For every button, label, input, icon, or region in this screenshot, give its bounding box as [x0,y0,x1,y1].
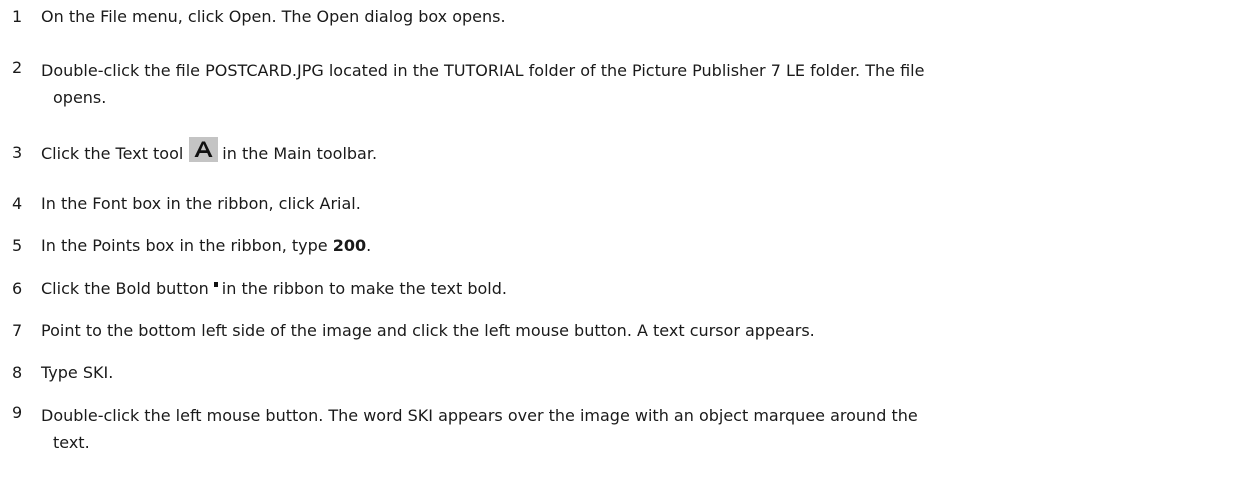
step-text: In the Font box in the ribbon, click Ari… [41,194,361,213]
step-text-continuation: text. [53,433,90,452]
step-text: On the File menu, click Open. The Open d… [41,7,506,26]
step-text: In the Points box in the ribbon, type 20… [41,235,1191,257]
step-number: 5 [12,236,23,255]
step-text-before: Click the Bold button [41,279,209,298]
step-text-after: in the ribbon to make the text bold. [221,279,507,298]
step-text-line: Double-click the left mouse button. The … [41,406,918,425]
step-text-after: in the Main toolbar. [222,144,378,163]
step-number: 9 [12,403,23,422]
step-text: Double-click the left mouse button. The … [41,402,1191,456]
step-text-line: Double-click the file POSTCARD.JPG locat… [41,61,925,80]
step-text: Double-click the file POSTCARD.JPG locat… [41,57,1191,111]
instruction-steps: 1 On the File menu, click Open. The Open… [0,0,1237,482]
step-number: 6 [12,279,23,298]
step-text: Type SKI. [41,363,114,382]
step-text-continuation: opens. [53,88,107,107]
step-text-before: Click the Text tool [41,144,184,163]
step-number: 7 [12,321,23,340]
step-number: 4 [12,194,23,213]
points-value: 200 [332,236,367,255]
step-number: 3 [12,143,23,162]
step-text-before: In the Points box in the ribbon, type [41,236,333,255]
step-number: 1 [12,7,23,26]
step-text: Point to the bottom left side of the ima… [41,321,815,340]
step-number: 2 [12,58,23,77]
step-text: Click the Text tool in the Main toolbar. [41,137,1191,167]
text-tool-icon [189,137,219,162]
step-text-after: . [366,236,372,255]
step-number: 8 [12,363,23,382]
bold-button-icon [213,282,218,287]
step-text: Click the Bold button in the ribbon to ma… [41,278,1191,300]
